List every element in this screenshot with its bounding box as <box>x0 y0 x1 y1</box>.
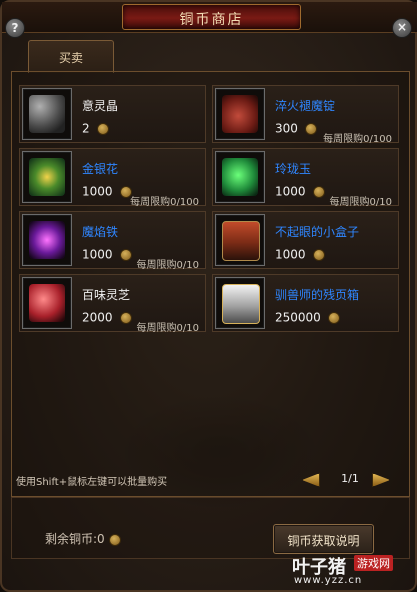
remaining-label: 剩余铜币: <box>45 532 98 546</box>
item-price: 300 <box>275 121 298 136</box>
title-plate: 铜币商店 <box>122 4 301 30</box>
item-name: 百味灵芝 <box>82 288 131 302</box>
item-name: 魔焰铁 <box>82 225 119 239</box>
mushroom-icon <box>29 284 65 322</box>
price-row: 1000 <box>275 181 325 199</box>
title-bar: 铜币商店 <box>2 2 417 33</box>
items-panel: 意灵晶 2 淬火褪魔锭 300 每周限购0/100 金银花 1000 每周限购0… <box>11 71 410 512</box>
coin-icon <box>305 122 317 135</box>
purchase-limit: 每周限购0/100 <box>130 197 199 208</box>
price-row: 300 <box>275 118 317 136</box>
price-row: 1000 <box>82 244 132 262</box>
coin-icon <box>312 248 325 261</box>
price-row: 1000 <box>82 181 132 199</box>
item-name: 意灵晶 <box>82 99 119 113</box>
coin-icon <box>327 311 340 324</box>
item-price: 1000 <box>275 184 306 199</box>
page-indicator: 1/1 <box>341 472 359 485</box>
item-name: 不起眼的小盒子 <box>275 225 360 239</box>
item-name: 金银花 <box>82 162 119 176</box>
item-icon-frame <box>22 151 72 203</box>
item-slot[interactable]: 不起眼的小盒子 1000 <box>212 211 399 269</box>
item-price: 1000 <box>275 247 306 262</box>
item-slot[interactable]: 魔焰铁 1000 每周限购0/10 <box>19 211 206 271</box>
price-row: 2000 <box>82 307 132 325</box>
purchase-limit: 每周限购0/10 <box>329 197 392 208</box>
watermark: 叶子猪 游戏网 www.yzz.cn <box>292 553 417 591</box>
remaining-value: 0 <box>97 532 105 546</box>
window-title: 铜币商店 <box>179 12 244 28</box>
bead-pouch-icon <box>222 95 258 133</box>
price-row: 250000 <box>275 307 340 325</box>
background-emblem <box>115 392 325 512</box>
purchase-limit: 每周限购0/10 <box>136 260 199 271</box>
coin-explain-label: 铜币获取说明 <box>287 534 360 548</box>
item-price: 1000 <box>82 247 113 262</box>
chest-icon <box>222 221 260 261</box>
jade-icon <box>222 158 258 196</box>
item-slot[interactable]: 金银花 1000 每周限购0/100 <box>19 148 206 208</box>
item-name: 驯兽师的残页箱 <box>275 288 360 302</box>
watermark-url: www.yzz.cn <box>294 575 363 586</box>
purple-flame-icon <box>29 221 65 259</box>
flower-icon <box>29 158 65 196</box>
item-slot[interactable]: 驯兽师的残页箱 250000 <box>212 274 399 332</box>
item-icon-frame <box>215 214 265 266</box>
coin-icon <box>96 122 109 135</box>
coin-icon <box>119 311 132 324</box>
close-button[interactable]: × <box>392 18 412 38</box>
item-icon-frame <box>215 151 265 203</box>
purchase-limit: 每周限购0/100 <box>323 134 392 145</box>
coin-explain-button[interactable]: 铜币获取说明 <box>273 524 374 554</box>
coin-icon <box>119 248 132 261</box>
item-slot[interactable]: 意灵晶 2 <box>19 85 206 143</box>
item-price: 2000 <box>82 310 113 325</box>
item-icon-frame <box>215 88 265 140</box>
item-price: 1000 <box>82 184 113 199</box>
silver-chest-icon <box>222 284 260 324</box>
help-button[interactable]: ? <box>5 18 25 38</box>
item-slot[interactable]: 淬火褪魔锭 300 每周限购0/100 <box>212 85 399 145</box>
coin-icon <box>108 533 121 546</box>
item-name: 淬火褪魔锭 <box>275 99 336 113</box>
item-slot[interactable]: 玲珑玉 1000 每周限购0/10 <box>212 148 399 208</box>
remaining-coins: 剩余铜币:0 <box>45 530 121 547</box>
item-price: 2 <box>82 121 90 136</box>
ore-crystal-icon <box>29 95 65 133</box>
price-row: 1000 <box>275 244 325 262</box>
tab-label: 买卖 <box>58 51 83 65</box>
item-icon-frame <box>215 277 265 329</box>
item-slot[interactable]: 百味灵芝 2000 每周限购0/10 <box>19 274 206 334</box>
item-icon-frame <box>22 88 72 140</box>
item-price: 250000 <box>275 310 321 325</box>
shop-window: 铜币商店 ? × 买卖 意灵晶 2 淬火褪魔锭 300 每周限购0/100 金银… <box>0 0 417 592</box>
coin-icon <box>312 185 325 198</box>
tab-buy-sell[interactable]: 买卖 <box>28 40 114 73</box>
batch-purchase-hint: 使用Shift+鼠标左键可以批量购买 <box>16 477 168 488</box>
item-icon-frame <box>22 277 72 329</box>
item-name: 玲珑玉 <box>275 162 312 176</box>
purchase-limit: 每周限购0/10 <box>136 323 199 334</box>
price-row: 2 <box>82 118 109 136</box>
item-icon-frame <box>22 214 72 266</box>
watermark-badge: 游戏网 <box>354 555 393 571</box>
